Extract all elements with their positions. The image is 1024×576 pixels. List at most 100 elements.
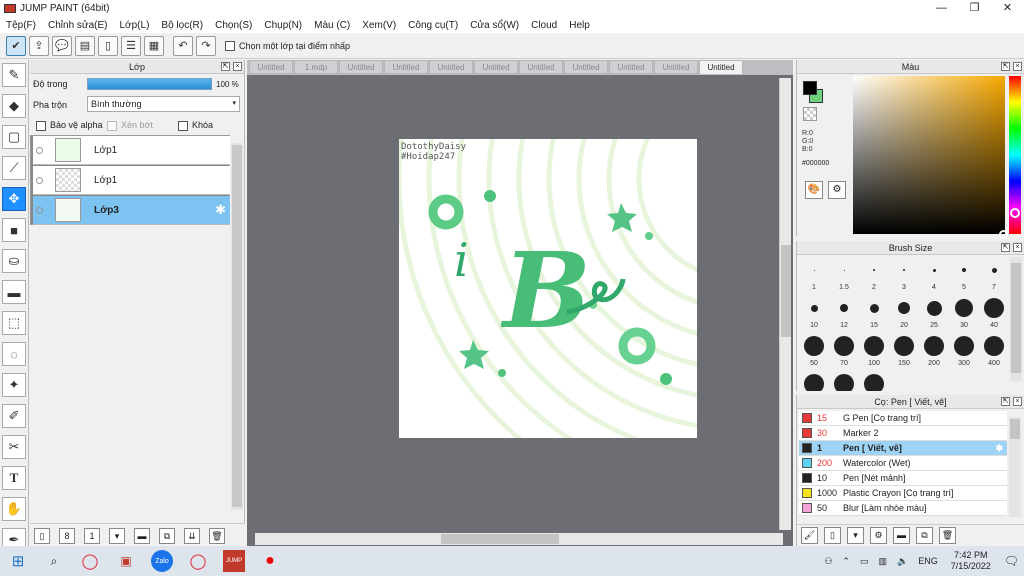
brush-add-icon[interactable]: 🖌 [801,527,818,544]
brush-size-cell[interactable]: 1 [799,257,829,295]
check-icon[interactable]: ✔ [6,35,26,56]
lasso-icon[interactable]: ◌ [2,342,26,366]
folder-icon[interactable]: ▬ [134,527,150,544]
layer-row[interactable]: Lớp1 [33,166,230,195]
protect-alpha-toggle[interactable]: Bảo vệ alpha [36,120,103,131]
brush-size-cell[interactable]: 12 [829,295,859,333]
brush-size-cell[interactable]: 50 [799,333,829,371]
brush-item[interactable]: 30 Marker 2 [799,426,1007,441]
volume-icon[interactable]: 🔈 [897,556,908,567]
comment-box-icon[interactable]: ▤ [75,35,95,56]
brush-list-scrollbar[interactable] [1009,417,1021,517]
doc-tab[interactable]: Untitled [429,60,473,74]
close-button[interactable]: ✕ [991,0,1024,17]
brush-size-cell[interactable]: 20 [889,295,919,333]
brush-size-cell[interactable]: 5 [949,257,979,295]
redo-icon[interactable]: ↷ [196,35,216,56]
brush-size-cell[interactable]: 40 [979,295,1009,333]
doc-tab-active[interactable]: Untitled [699,60,743,74]
bucket-icon[interactable]: ⛀ [2,249,26,273]
select-pen-icon[interactable]: ✐ [2,404,26,428]
brush-item[interactable]: 1000 Plastic Crayon [Cọ trang trí] [799,486,1007,501]
visibility-icon[interactable] [36,176,43,184]
panel-close-icon[interactable]: × [1013,243,1022,252]
blend-select[interactable]: Bình thường ▾ [87,96,240,112]
layer-row[interactable]: Lớp1 [33,136,230,165]
maximize-button[interactable]: ❐ [958,0,991,17]
list-icon[interactable]: ☰ [121,35,141,56]
doc-tab[interactable]: Untitled [564,60,608,74]
brush-size-cell[interactable]: 1.5 [829,257,859,295]
search-icon[interactable]: ⌕ [43,550,65,572]
menu-help[interactable]: Help [563,20,596,31]
gear-icon[interactable]: ✱ [215,202,226,218]
doc-tab[interactable]: Untitled [519,60,563,74]
menu-snap[interactable]: Chụp(N) [258,20,308,31]
brush-item[interactable]: 10 Pen [Nét mảnh] [799,471,1007,486]
brush-size-cell[interactable] [859,371,889,391]
brush-size-cell[interactable]: 25 [919,295,949,333]
new-layer-icon[interactable]: ▯ [34,527,50,544]
doc-tab[interactable]: Untitled [339,60,383,74]
float-icon[interactable]: ⇱ [1001,243,1010,252]
duplicate-layer-icon[interactable]: ⧉ [159,527,175,544]
fill-rect-icon[interactable]: ■ [2,218,26,242]
rect-select-icon[interactable]: ▢ [2,125,26,149]
add-layer-menu-icon[interactable]: ▾ [109,527,125,544]
menu-layer[interactable]: Lớp(L) [114,20,156,31]
clock[interactable]: 7:42 PM 7/15/2022 [951,550,991,572]
jump-paint-taskbar-icon[interactable]: JUMP [223,550,245,572]
new-brush-icon[interactable]: ▯ [824,527,841,544]
move-tool-icon[interactable]: ✥ [2,187,26,211]
brush-size-cell[interactable] [799,371,829,391]
brush-size-cell[interactable]: 10 [799,295,829,333]
hue-cursor[interactable] [1010,208,1020,218]
menu-edit[interactable]: Chỉnh sửa(E) [42,20,114,31]
brush-size-cell[interactable] [829,371,859,391]
menu-file[interactable]: Tệp(F) [0,20,42,31]
brush-size-cell[interactable]: 30 [949,295,979,333]
visibility-icon[interactable] [36,146,43,154]
menu-select[interactable]: Chọn(S) [209,20,258,31]
people-icon[interactable]: ⚇ [824,556,832,567]
new-8bit-layer-icon[interactable]: 8 [59,527,75,544]
visibility-icon[interactable] [36,206,43,214]
brush-item[interactable]: 15 G Pen [Cọ trang trí] [799,411,1007,426]
trash-icon[interactable]: 🗑 [209,527,225,544]
gear-icon[interactable]: ✱ [995,443,1003,454]
brush-size-scrollbar[interactable] [1010,257,1022,381]
notification-icon[interactable]: 🗨 [1004,554,1019,568]
palette-icon[interactable]: 🎨 [805,181,823,199]
doc-tab[interactable]: Untitled [609,60,653,74]
network-icon[interactable]: ▭ [860,556,869,567]
menu-filter[interactable]: Bộ lọc(R) [155,20,209,31]
opacity-slider[interactable] [87,78,212,90]
sv-color-field[interactable] [853,76,1005,234]
brush-tool-icon[interactable]: ✎ [2,63,26,87]
panel-close-icon[interactable]: × [233,62,242,71]
brush-size-cell[interactable]: 15 [859,295,889,333]
doc-tab[interactable]: 1.mdp [294,60,338,74]
chevron-up-icon[interactable]: ⌃ [842,556,850,567]
export-icon[interactable]: ⇪ [29,35,49,56]
copy-brush-icon[interactable]: ⧉ [916,527,933,544]
new-1bit-layer-icon[interactable]: 1 [84,527,100,544]
opera-icon[interactable]: ◯ [79,550,101,572]
record-icon[interactable]: ● [259,550,281,572]
brush-size-cell[interactable]: 150 [889,333,919,371]
panel-close-icon[interactable]: × [1013,397,1022,406]
menu-cloud[interactable]: Cloud [525,20,563,31]
magic-wand-icon[interactable]: ✦ [2,373,26,397]
select-rect-icon[interactable]: ⬚ [2,311,26,335]
brush-size-cell[interactable]: 200 [919,333,949,371]
layer-row-selected[interactable]: Lớp3 ✱ [33,196,230,225]
palette-settings-icon[interactable]: ⚙ [828,181,846,199]
lock-toggle[interactable]: Khóa [178,120,213,131]
brush-size-cell[interactable]: 7 [979,257,1009,295]
select-eraser-icon[interactable]: ✂ [2,435,26,459]
brush-menu-icon[interactable]: ▾ [847,527,864,544]
app-tiles-icon[interactable]: ▣ [115,550,137,572]
transparent-swatch[interactable] [803,107,817,121]
windows-start-icon[interactable]: ⊞ [7,550,29,572]
minimize-button[interactable]: — [925,0,958,17]
